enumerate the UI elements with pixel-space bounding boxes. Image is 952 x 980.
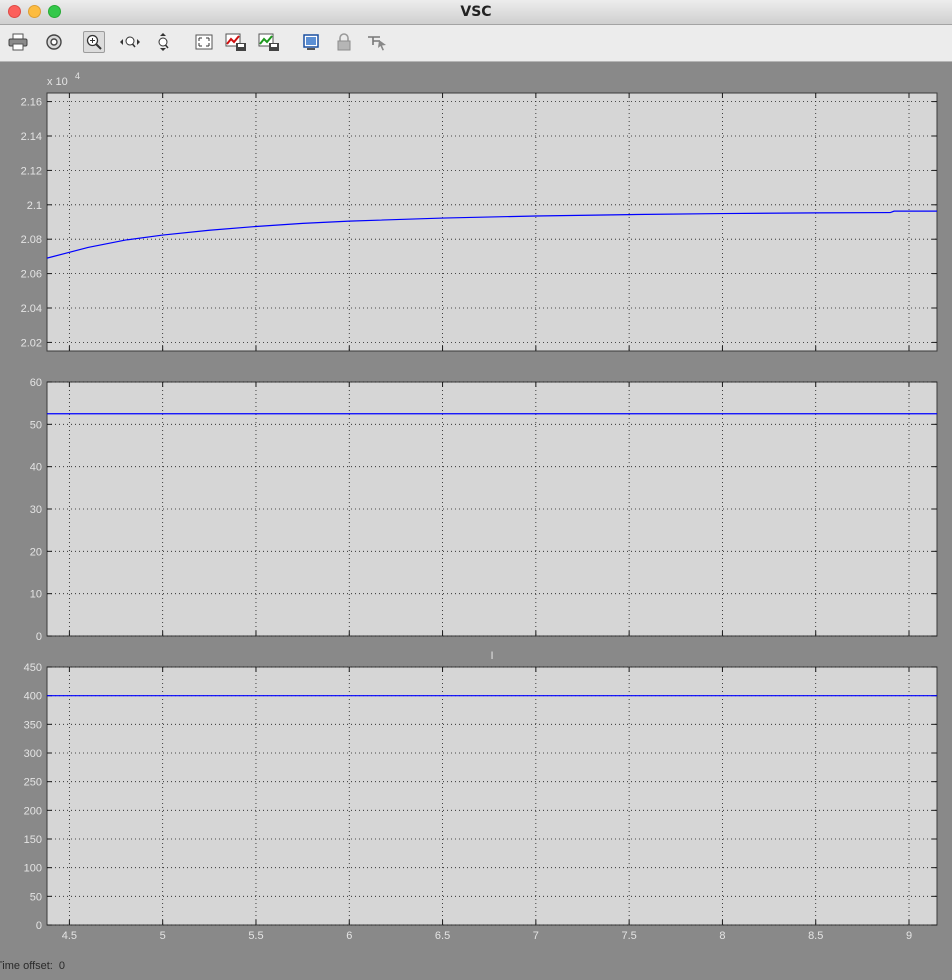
y-tick-label: 2.08 [21, 234, 42, 246]
y-tick-label: 60 [30, 377, 42, 389]
scope-plots: 2.022.042.062.082.12.122.142.16x 10 40102… [21, 71, 938, 942]
y-tick-label: 50 [30, 891, 42, 903]
x-tick-label: 6.5 [435, 930, 450, 942]
x-tick-label: 7.5 [621, 930, 636, 942]
floating-scope-icon[interactable] [300, 31, 322, 53]
window-title: VSC [460, 4, 492, 20]
autoscale-icon[interactable] [193, 31, 215, 53]
zoom-y-icon[interactable] [152, 31, 174, 53]
y-tick-label: 2.04 [21, 303, 42, 315]
signal-selection-icon[interactable] [366, 31, 388, 53]
parameters-icon[interactable] [43, 31, 65, 53]
x-tick-label: 5.5 [248, 930, 263, 942]
y-tick-label: 20 [30, 546, 42, 558]
y-tick-label: 2.06 [21, 269, 42, 281]
x-tick-label: 6 [346, 930, 352, 942]
time-offset-label: Time offset: [0, 960, 53, 972]
x-tick-label: 9 [906, 930, 912, 942]
y-tick-label: 2.1 [27, 200, 42, 212]
lock-axes-icon[interactable] [333, 31, 355, 53]
x-tick-label: 7 [533, 930, 539, 942]
scope-axes-3: 4.5 5 5.5 6 6.5 7 7.5 8 8.5 9 0 50 100 150 200 250 300 35… [24, 650, 938, 942]
y-tick-label: 0 [36, 631, 42, 643]
y-tick-label: 2.12 [21, 165, 42, 177]
y-tick-label: 40 [30, 462, 42, 474]
y-tick-label: 10 [30, 589, 42, 601]
y-tick-label: 2.16 [21, 97, 42, 109]
plot-background [46, 666, 938, 926]
plot-background [46, 92, 938, 352]
title-bar: VSC [0, 0, 952, 25]
printer-icon[interactable] [7, 31, 29, 53]
scope-axes-2: 0 10 20 30 40 50 60 [30, 377, 938, 643]
zoom-in-icon[interactable] [83, 31, 105, 53]
toolbar [0, 25, 952, 62]
x-tick-label: 8.5 [808, 930, 823, 942]
y-tick-label: 50 [30, 419, 42, 431]
time-offset-value: 0 [58, 960, 65, 972]
y-tick-label: 2.02 [21, 337, 42, 349]
y-tick-label: 100 [24, 863, 42, 875]
y-tick-label: 150 [24, 834, 42, 846]
restore-axes-icon[interactable] [258, 31, 280, 53]
x-tick-label: 8 [719, 930, 725, 942]
x-tick-label: 5 [160, 930, 166, 942]
y-tick-label: 0 [36, 920, 42, 932]
y-tick-label: 350 [24, 719, 42, 731]
status-bar: Time offset: 0 [0, 960, 65, 972]
y-exponent-label: x 10 [47, 76, 68, 88]
y-tick-label: 450 [24, 662, 42, 674]
y-tick-label: 200 [24, 805, 42, 817]
plot-title: I [490, 650, 493, 662]
y-tick-label: 300 [24, 748, 42, 760]
y-tick-label: 30 [30, 504, 42, 516]
scope-plot-area: 2.02 2.04 2.06 2.08 2.1 2.12 2.14 2.16 x 10 4 0 10 2… [0, 62, 952, 975]
y-tick-label: 2.14 [21, 131, 42, 143]
y-tick-label: 250 [24, 777, 42, 789]
y-tick-label: 400 [24, 691, 42, 703]
zoom-x-icon[interactable] [119, 31, 141, 53]
y-exponent-power: 4 [75, 71, 80, 81]
x-tick-label: 4.5 [62, 930, 77, 942]
scope-axes-1: 2.02 2.04 2.06 2.08 2.1 2.12 2.14 2.16 x 10 4 [21, 71, 938, 352]
save-axes-icon[interactable] [225, 31, 247, 53]
